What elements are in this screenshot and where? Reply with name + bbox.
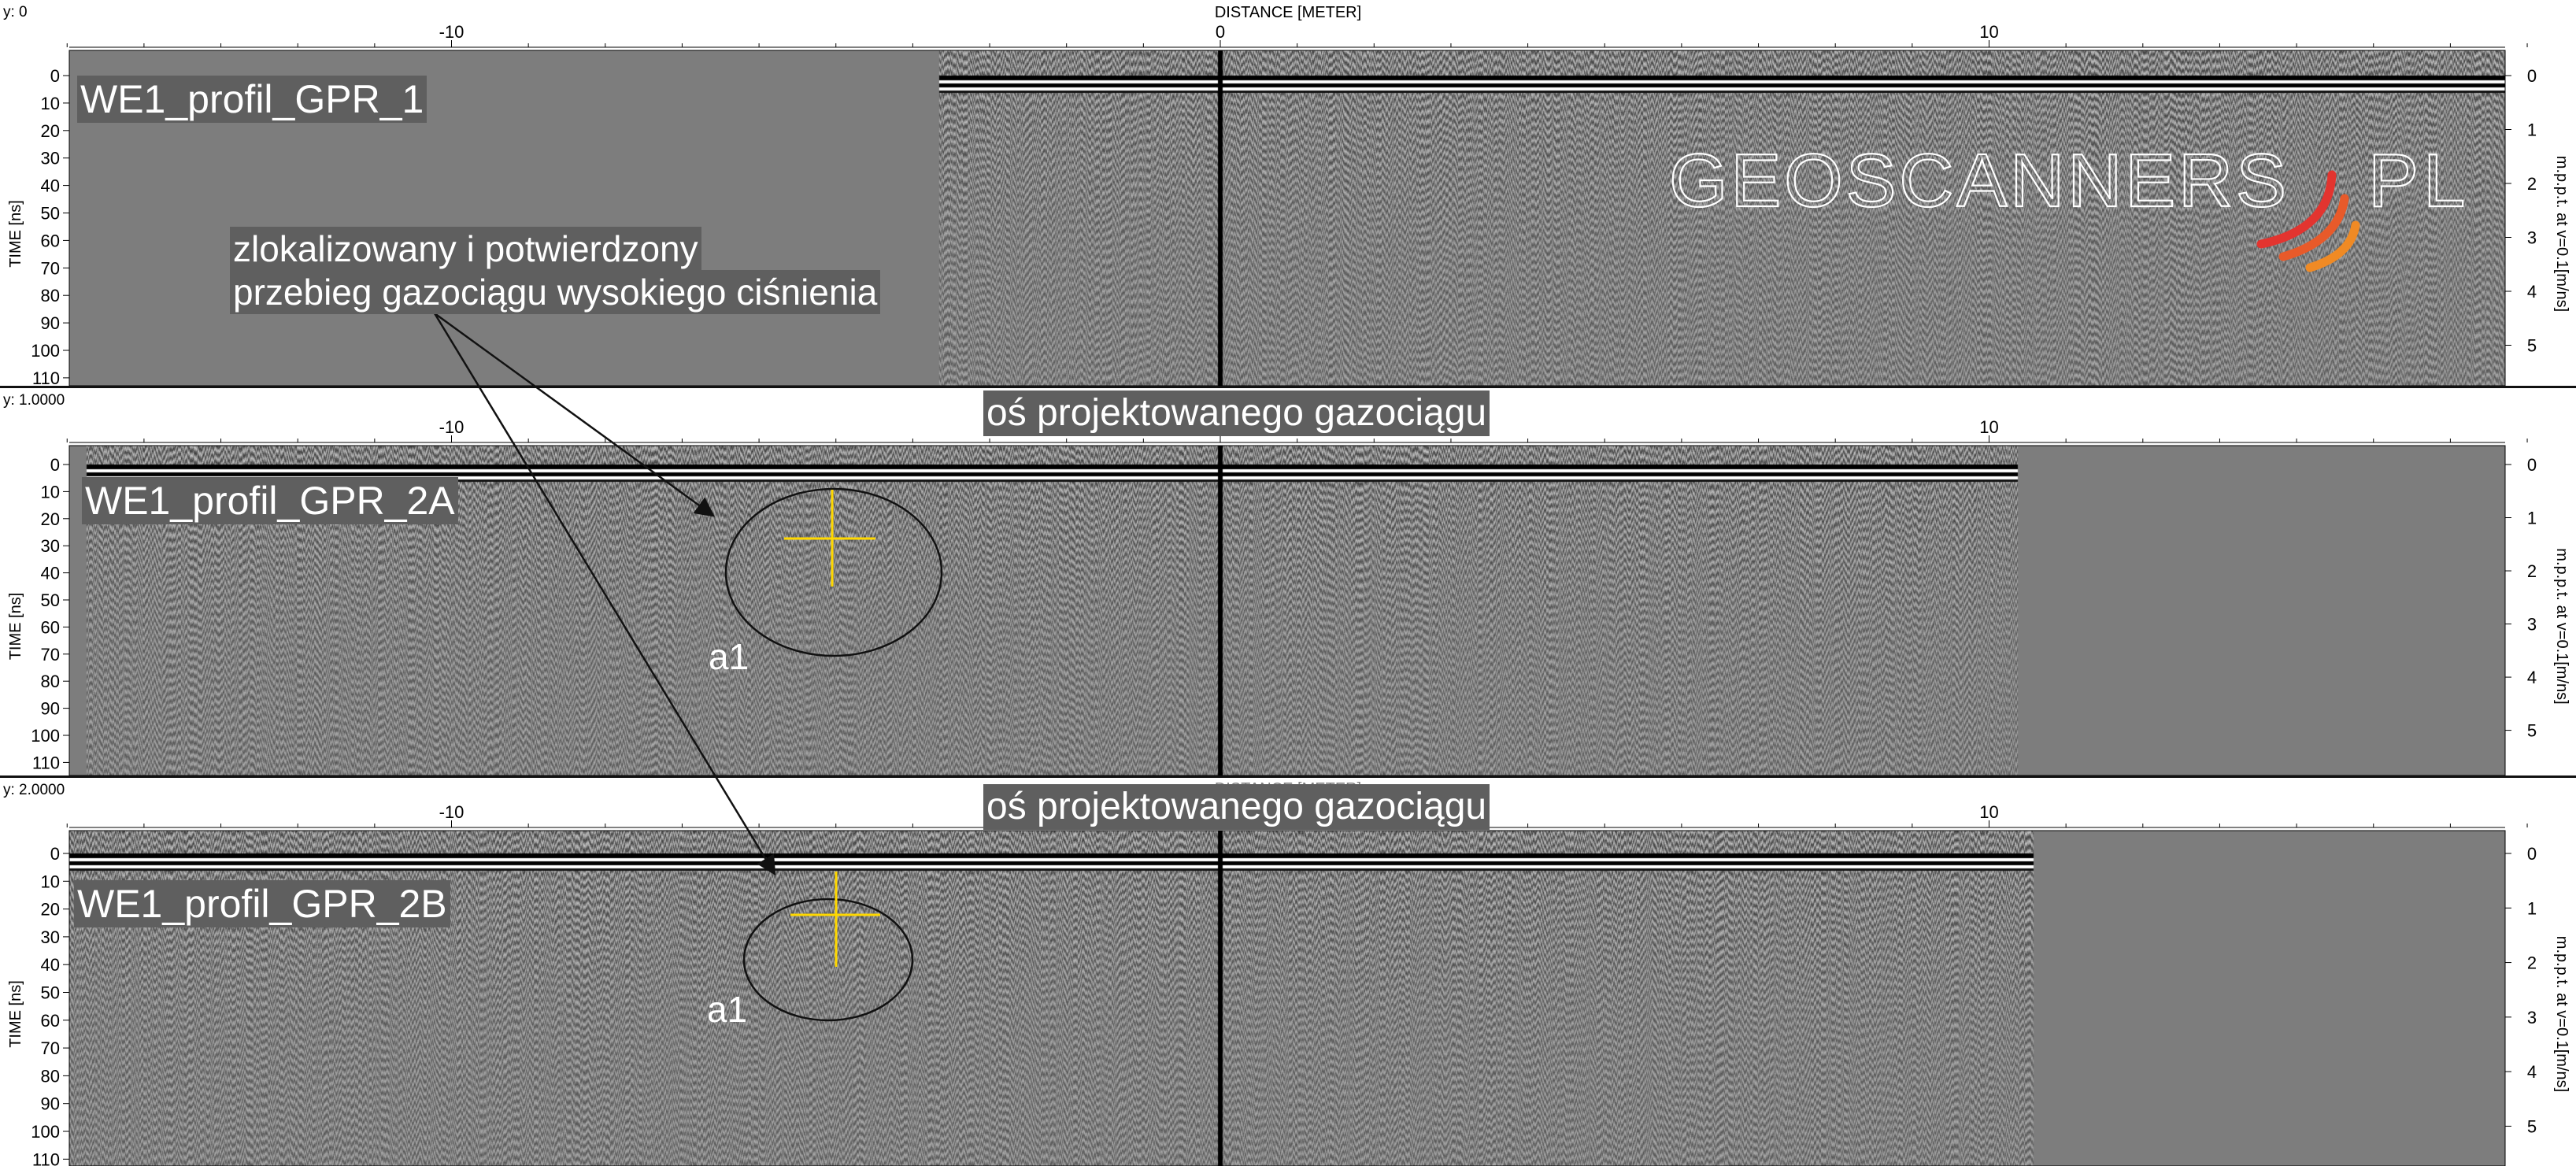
y-tick-label: 10 (41, 872, 60, 891)
y-tick-label: 100 (31, 1122, 60, 1142)
y-tick-label: 70 (41, 645, 60, 664)
x-tick-label: -10 (439, 802, 464, 822)
y-tick-label: 50 (41, 983, 60, 1003)
depth-tick-label: 2 (2527, 561, 2537, 581)
y-tick-label: 80 (41, 1066, 60, 1086)
x-tick-label: 10 (1979, 802, 1998, 822)
depth-tick-label: 4 (2527, 668, 2537, 687)
gpr-figure: y: 0-30-20-10010203001020304050607080901… (0, 0, 2576, 1166)
panel-position-label: y: 1.0000 (3, 392, 65, 409)
y-tick-label: 0 (50, 455, 60, 475)
depth-tick-label: 3 (2527, 228, 2537, 248)
depth-tick-label: 5 (2527, 336, 2537, 356)
figure-overlay: y: 0-30-20-10010203001020304050607080901… (3, 4, 2570, 1166)
logo-arc-icon (2278, 194, 2349, 261)
depth-tick-label: 2 (2527, 953, 2537, 973)
x-tick-label: -10 (439, 417, 464, 437)
axis-caption-panel-2: oś projektowanego gazociągu (983, 391, 1490, 436)
y-tick-label: 40 (41, 564, 60, 583)
depth-tick-label: 5 (2527, 721, 2537, 741)
y-axis-title: TIME [ns] (7, 200, 24, 268)
y-tick-label: 0 (50, 66, 60, 86)
depth-tick-label: 0 (2527, 844, 2537, 864)
target-circle-a1 (724, 487, 943, 657)
y-tick-label: 80 (41, 672, 60, 691)
y-tick-label: 30 (41, 149, 60, 168)
y-tick-label: 20 (41, 121, 60, 141)
annotation-arrow (433, 313, 776, 876)
depth-tick-label: 1 (2527, 509, 2537, 528)
depth-axis-title: m.p.p.t. at v=0.1[m/ns] (2553, 548, 2570, 704)
y-tick-label: 110 (32, 753, 60, 772)
axis-caption-panel-3: oś projektowanego gazociągu (983, 784, 1490, 830)
y-tick-label: 50 (41, 590, 60, 610)
y-tick-label: 60 (41, 1011, 60, 1031)
y-tick-label: 110 (32, 1149, 60, 1166)
logo-suffix: PL (2368, 139, 2470, 223)
y-tick-label: 100 (31, 726, 60, 746)
depth-tick-label: 0 (2527, 455, 2537, 475)
y-tick-label: 10 (41, 482, 60, 502)
y-tick-label: 100 (31, 341, 60, 361)
y-tick-label: 90 (41, 1094, 60, 1114)
depth-axis-title: m.p.p.t. at v=0.1[m/ns] (2553, 936, 2570, 1092)
target-circle-a1 (742, 898, 914, 1022)
annotation-arrow (434, 312, 716, 517)
logo-wordmark: GEOSCANNERS (1669, 139, 2291, 223)
panel-separator (0, 386, 2576, 388)
x-tick-label: 10 (1979, 417, 1998, 437)
marker-label: a1 (707, 989, 747, 1030)
panel-position-label: y: 2.0000 (3, 782, 65, 798)
depth-tick-label: 1 (2527, 120, 2537, 140)
y-tick-label: 30 (41, 927, 60, 947)
depth-tick-label: 0 (2527, 66, 2537, 86)
y-tick-label: 60 (41, 231, 60, 250)
panel-3-title: WE1_profil_GPR_2B (74, 880, 450, 927)
y-tick-label: 90 (41, 699, 60, 719)
x-tick-label: 0 (1216, 22, 1225, 42)
depth-tick-label: 4 (2527, 1062, 2537, 1082)
y-tick-label: 80 (41, 286, 60, 305)
y-tick-label: 50 (41, 204, 60, 224)
marker-label: a1 (709, 636, 749, 677)
y-axis-title: TIME [ns] (7, 980, 24, 1048)
x-tick-label: -10 (439, 22, 464, 42)
y-tick-label: 20 (41, 900, 60, 920)
depth-tick-label: 2 (2527, 174, 2537, 194)
depth-axis-title: m.p.p.t. at v=0.1[m/ns] (2553, 156, 2570, 312)
depth-tick-label: 3 (2527, 615, 2537, 635)
y-tick-label: 70 (41, 1038, 60, 1058)
y-tick-label: 90 (41, 313, 60, 333)
panel-2-title: WE1_profil_GPR_2A (82, 477, 458, 524)
distance-axis-title: DISTANCE [METER] (1215, 4, 1361, 21)
panel-1-title: WE1_profil_GPR_1 (77, 76, 427, 123)
y-tick-label: 30 (41, 536, 60, 556)
panel-position-label: y: 0 (3, 4, 28, 20)
y-tick-label: 40 (41, 955, 60, 975)
y-tick-label: 10 (41, 94, 60, 113)
depth-tick-label: 5 (2527, 1116, 2537, 1136)
panel-separator (0, 775, 2576, 778)
y-axis-title: TIME [ns] (7, 593, 24, 661)
depth-tick-label: 1 (2527, 898, 2537, 918)
annotation-line-2: przebieg gazociągu wysokiego ciśnienia (230, 270, 881, 314)
y-tick-label: 40 (41, 176, 60, 196)
y-tick-label: 20 (41, 509, 60, 529)
y-tick-label: 0 (50, 844, 60, 864)
y-tick-label: 60 (41, 617, 60, 637)
y-tick-label: 70 (41, 258, 60, 278)
annotation-line-1: zlokalizowany i potwierdzony (230, 227, 701, 271)
depth-tick-label: 3 (2527, 1008, 2537, 1027)
depth-tick-label: 4 (2527, 282, 2537, 302)
x-tick-label: 10 (1979, 22, 1998, 42)
